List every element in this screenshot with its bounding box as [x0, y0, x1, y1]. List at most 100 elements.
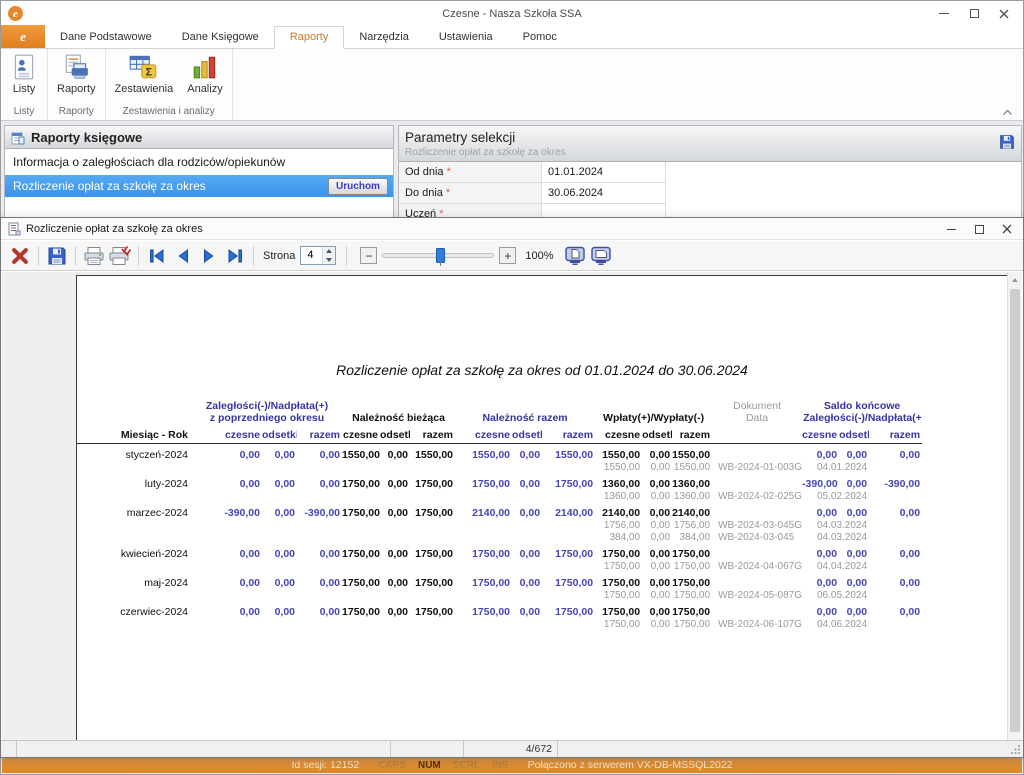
report-cell: 2140,00 [595, 502, 642, 519]
ledger-icon [11, 131, 25, 145]
report-document-row: 1750,000,001750,00WB-2024-04-067G04.04.2… [77, 560, 922, 572]
report-cell: 0,00 [839, 502, 869, 519]
page-number-spinner[interactable]: 4 [300, 246, 336, 265]
report-cell [192, 618, 595, 630]
report-cell: 1756,00 [672, 519, 712, 531]
col-group-saldo: Saldo końcowe Zaległości(-)/Nadpłata(+) [802, 394, 922, 426]
report-cell: 1750,00 [410, 601, 455, 618]
listy-button[interactable]: Listy [3, 50, 45, 105]
save-report-icon[interactable] [44, 243, 70, 269]
do-dnia-field[interactable]: 30.06.2024 [542, 183, 666, 204]
report-title: Rozliczenie opłat za szkołę za okres od … [77, 362, 1007, 378]
report-cell: 0,00 [297, 601, 342, 618]
report-page: Rozliczenie opłat za szkołę za okres od … [76, 275, 1008, 740]
report-cell: 1750,00 [672, 618, 712, 630]
report-cell [77, 461, 192, 473]
report-cell: 1750,00 [542, 473, 595, 490]
report-cell: 1750,00 [595, 560, 642, 572]
report-cell: 1360,00 [672, 473, 712, 490]
landscape-view-icon[interactable] [588, 243, 614, 269]
report-cell: WB-2024-01-003G [712, 461, 802, 473]
report-cell: 0,00 [839, 601, 869, 618]
maximize-button[interactable] [959, 1, 989, 26]
report-cell [192, 519, 595, 531]
vertical-scrollbar[interactable] [1007, 272, 1022, 740]
page-down-arrow[interactable] [323, 256, 335, 265]
page-number-value[interactable]: 4 [301, 247, 323, 264]
report-cell: 1750,00 [672, 543, 712, 560]
zoom-slider-thumb[interactable] [436, 248, 445, 263]
report-cell: 1750,00 [542, 572, 595, 589]
report-preview-window: Rozliczenie opłat za szkołę za okres [0, 217, 1024, 758]
portrait-view-icon[interactable] [562, 243, 588, 269]
page-up-arrow[interactable] [323, 247, 335, 256]
preview-minimize-button[interactable] [937, 218, 965, 240]
report-cell: 1750,00 [672, 560, 712, 572]
analizy-button-label: Analizy [187, 83, 222, 95]
od-dnia-field[interactable]: 01.01.2024 [542, 162, 666, 183]
report-month-row: luty-20240,000,000,001750,000,001750,001… [77, 473, 922, 490]
col-group-document: Dokument Data [712, 394, 802, 426]
tab-pomoc[interactable]: Pomoc [508, 27, 572, 48]
analizy-button[interactable]: Analizy [180, 50, 229, 105]
report-cell: 384,00 [672, 531, 712, 543]
last-page-icon[interactable] [222, 243, 248, 269]
tab-dane-podstawowe[interactable]: Dane Podstawowe [45, 27, 167, 48]
zoom-out-button[interactable]: − [360, 247, 377, 264]
ribbon-collapse-chevron-icon[interactable] [1002, 109, 1013, 116]
report-cell: 04.06.2024 [802, 618, 869, 630]
resize-grip-icon[interactable] [1010, 744, 1021, 755]
preview-close-button[interactable] [993, 218, 1021, 240]
report-header-subcolumns: Miesiąc - Rok czesneodsetkirazem czesneo… [77, 426, 922, 444]
print-icon[interactable] [81, 243, 107, 269]
report-cell: WB-2024-04-067G [712, 560, 802, 572]
report-cell: 0,00 [802, 502, 839, 519]
report-cell: 1750,00 [542, 543, 595, 560]
report-cell: 0,00 [512, 502, 542, 519]
app-status-bar: Id sesji: 12152 CAPSNUMSCRLINS Połączono… [2, 757, 1022, 773]
zoom-slider[interactable] [382, 247, 494, 264]
close-button[interactable] [989, 1, 1019, 26]
param-row-od-dnia: Od dnia* 01.01.2024 [399, 162, 1021, 183]
print-setup-icon[interactable] [107, 243, 133, 269]
report-cell: 0,00 [380, 572, 410, 589]
table-sigma-icon: Σ [128, 53, 160, 81]
raporty-button[interactable]: Raporty [50, 50, 103, 105]
report-cell: 0,00 [297, 473, 342, 490]
close-preview-icon[interactable] [7, 243, 33, 269]
tab-dane-ksiegowe[interactable]: Dane Księgowe [167, 27, 274, 48]
report-cell: WB-2024-02-025G [712, 490, 802, 502]
preview-maximize-button[interactable] [965, 218, 993, 240]
scrollbar-thumb[interactable] [1010, 289, 1020, 732]
report-cell: WB-2024-03-045G [712, 519, 802, 531]
report-cell: 0,00 [802, 543, 839, 560]
next-page-icon[interactable] [196, 243, 222, 269]
report-month-row: kwiecień-20240,000,000,001750,000,001750… [77, 543, 922, 560]
report-list-item[interactable]: Informacja o zaległościach dla rodziców/… [5, 149, 393, 175]
zoom-in-button[interactable]: + [499, 247, 516, 264]
parameters-panel-title: Parametry selekcji [405, 130, 515, 145]
zestawienia-button[interactable]: Σ Zestawienia [108, 50, 181, 105]
report-header-groups: Zaległości(-)/Nadpłata(+) z poprzedniego… [77, 394, 922, 426]
window-title: Czesne - Nasza Szkoła SSA [1, 8, 1023, 20]
first-page-icon[interactable] [144, 243, 170, 269]
report-cell: 1750,00 [455, 572, 512, 589]
save-parameters-icon[interactable] [999, 134, 1015, 150]
tab-raporty[interactable]: Raporty [274, 26, 345, 49]
report-cell [869, 461, 922, 473]
app-menu-button[interactable]: e [1, 25, 45, 48]
scroll-up-arrow-icon[interactable] [1008, 272, 1022, 287]
tab-ustawienia[interactable]: Ustawienia [424, 27, 508, 48]
report-cell: -390,00 [297, 502, 342, 519]
report-document-row: 1550,000,001550,00WB-2024-01-003G04.01.2… [77, 461, 922, 473]
report-cell [192, 560, 595, 572]
report-cell [77, 519, 192, 531]
tab-narzedzia[interactable]: Narzędzia [344, 27, 424, 48]
minimize-button[interactable] [929, 1, 959, 26]
report-cell [712, 601, 802, 618]
report-list-item-selected[interactable]: Rozliczenie opłat za szkołę za okres Uru… [5, 175, 393, 197]
previous-page-icon[interactable] [170, 243, 196, 269]
report-printer-icon [62, 53, 90, 81]
report-cell: 2140,00 [455, 502, 512, 519]
uruchom-button[interactable]: Uruchom [328, 178, 388, 195]
